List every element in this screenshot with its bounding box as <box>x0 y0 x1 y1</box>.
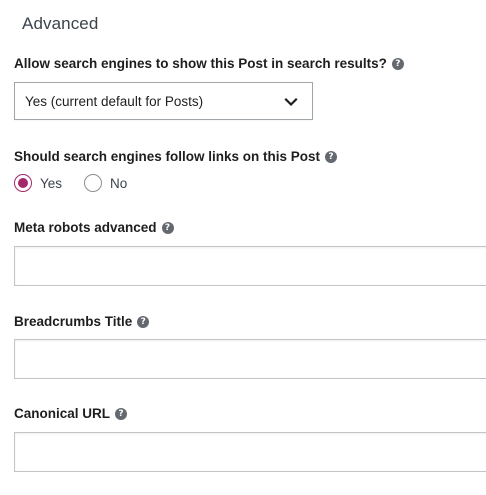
search-visibility-selected-value: Yes (current default for Posts) <box>25 93 204 109</box>
help-icon[interactable]: ? <box>325 150 338 163</box>
follow-links-yes-label[interactable]: Yes <box>40 176 62 191</box>
help-icon[interactable]: ? <box>115 407 128 420</box>
meta-robots-label-text: Meta robots advanced <box>14 220 157 235</box>
help-icon[interactable]: ? <box>391 57 404 70</box>
search-visibility-label: Allow search engines to show this Post i… <box>14 56 404 71</box>
radio-selected-dot <box>18 178 28 188</box>
help-icon[interactable]: ? <box>161 221 174 234</box>
meta-robots-label: Meta robots advanced ? <box>14 220 174 235</box>
follow-links-no-radio[interactable] <box>84 174 103 192</box>
breadcrumbs-title-label-text: Breadcrumbs Title <box>14 314 133 329</box>
follow-links-yes-radio[interactable] <box>14 174 32 192</box>
follow-links-radio-group: Yes No <box>14 174 149 192</box>
chevron-down-icon <box>284 97 298 107</box>
canonical-url-input[interactable] <box>14 432 486 472</box>
canonical-url-label: Canonical URL ? <box>14 406 128 421</box>
search-visibility-label-text: Allow search engines to show this Post i… <box>14 56 387 71</box>
advanced-settings-panel: Advanced Allow search engines to show th… <box>0 0 486 495</box>
follow-links-no-label[interactable]: No <box>110 176 127 191</box>
meta-robots-input[interactable] <box>14 246 486 286</box>
section-title: Advanced <box>22 14 99 33</box>
search-visibility-select[interactable]: Yes (current default for Posts) <box>14 82 313 120</box>
follow-links-label-text: Should search engines follow links on th… <box>14 149 321 164</box>
breadcrumbs-title-input[interactable] <box>14 339 486 379</box>
help-icon[interactable]: ? <box>137 315 150 328</box>
canonical-url-label-text: Canonical URL <box>14 406 111 421</box>
follow-links-label: Should search engines follow links on th… <box>14 149 338 164</box>
breadcrumbs-title-label: Breadcrumbs Title ? <box>14 314 150 329</box>
